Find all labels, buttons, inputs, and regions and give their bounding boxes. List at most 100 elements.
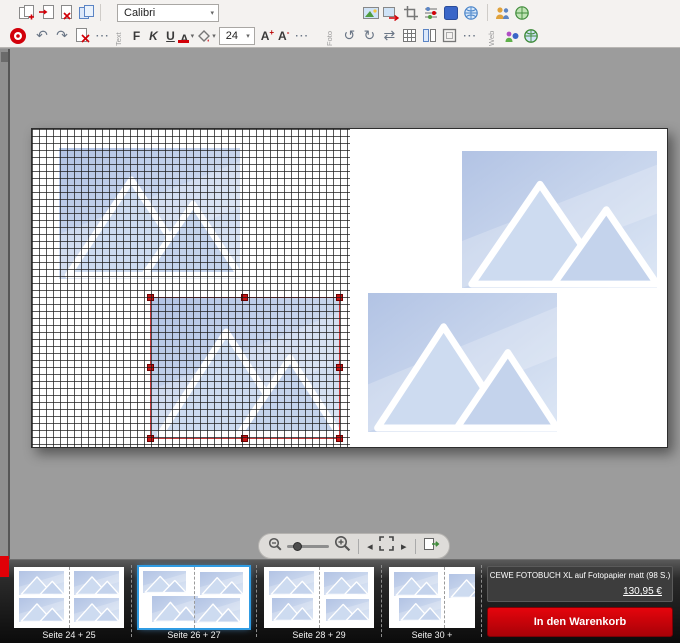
minus-sign: - [287,29,290,37]
mountain-placeholder-image [462,151,657,288]
thumbnail-spread-30[interactable] [389,567,475,628]
resize-handle-bottom-left[interactable] [147,435,154,442]
people-icon[interactable] [492,3,512,23]
resize-handle-bottom-middle[interactable] [241,435,248,442]
layout-icon[interactable] [419,26,439,46]
zoom-out-icon[interactable] [268,537,282,556]
photo-placeholder-4[interactable] [368,293,557,432]
decrease-font-button[interactable]: A- [276,29,291,43]
page-overview-panel: Seite 24 + 25 Seite 26 + 27 Seite 28 + 2… [0,559,680,643]
thumb-gutter-line [444,567,445,628]
thumb-photo [449,574,475,598]
zoom-slider-handle[interactable] [293,542,302,551]
font-color-button[interactable]: A ▾ [179,26,195,45]
underline-button[interactable]: U [162,26,179,45]
photo-effects-icon[interactable] [421,3,441,23]
chevron-down-icon: ▾ [212,32,216,40]
toolbar-separator [487,4,488,21]
fit-page-icon[interactable] [423,536,440,556]
resize-handle-bottom-right[interactable] [336,435,343,442]
thumbnail-spread-26-27-selected[interactable] [139,567,249,628]
text-more-icon[interactable]: ⋯ [291,26,311,46]
foto-more-icon[interactable]: ⋯ [459,26,479,46]
chevron-down-icon: ▾ [191,32,195,40]
thumb-gutter-line [319,567,320,628]
thumb-photo [143,571,186,593]
mountain-placeholder-image [151,298,339,438]
web-upload-icon[interactable] [501,26,521,46]
thumbnail-label: Seite 24 + 25 [14,630,124,642]
photo-panel-icon[interactable] [441,3,461,23]
thumbnail-spread-24-25[interactable] [14,567,124,628]
text-group-label: Text [114,25,123,46]
thumb-photo [19,571,64,595]
panel-splitter-handle[interactable] [1,52,8,62]
bold-button[interactable]: F [128,26,145,45]
resize-handle-middle-left[interactable] [147,364,154,371]
delete-spread-icon[interactable] [56,3,76,23]
page-left[interactable] [32,129,350,447]
thumbnail-label: Seite 30 + [389,630,475,642]
thumb-photo [324,572,368,595]
photo-placeholder-1[interactable] [59,148,240,279]
new-spread-icon[interactable] [16,3,36,23]
zoom-in-icon[interactable] [334,535,351,557]
foto-group-label: Foto [325,25,334,46]
thumb-photo [326,599,369,621]
flip-photo-icon[interactable]: ⇄ [379,26,399,46]
replace-photo-icon[interactable] [381,3,401,23]
chevron-down-icon: ▾ [241,32,250,40]
photo-grid-icon[interactable] [399,26,419,46]
font-family-select[interactable]: Calibri ▾ [117,4,219,22]
cewe-logo-icon[interactable] [8,26,28,46]
thumb-photo [152,596,198,622]
globe-icon[interactable] [461,3,481,23]
font-color-swatch [178,40,189,43]
thumbnail-spread-28-29[interactable] [264,567,374,628]
thumb-photo [269,571,314,595]
thumb-photo [399,598,441,621]
previous-spread-icon[interactable]: ◂ [366,540,375,553]
cewe-fotowelt-window: Calibri ▾ [0,0,680,643]
photo-placeholder-3[interactable] [462,151,657,288]
fill-color-button[interactable]: ▾ [195,26,216,46]
cart-panel-tab[interactable] [0,556,9,577]
zoom-slider[interactable] [287,545,329,548]
page-spread [31,128,668,448]
web-globe-icon[interactable] [521,26,541,46]
thumbnail-separator [131,565,132,637]
next-spread-icon[interactable]: ▸ [399,540,408,553]
undo-icon[interactable]: ↶ [32,26,52,46]
thumbnail-label: Seite 28 + 29 [264,630,374,642]
redo-icon[interactable]: ↷ [52,26,72,46]
page-right[interactable] [350,129,667,447]
add-to-cart-button[interactable]: In den Warenkorb [487,607,673,637]
globe-share-icon[interactable] [512,3,532,23]
left-panel-edge[interactable] [0,49,10,559]
product-price[interactable]: 130,95 € [488,586,672,597]
delete-page-icon[interactable] [72,26,92,46]
insert-spread-icon[interactable] [36,3,56,23]
thumbnail-separator [256,565,257,637]
rotate-right-icon[interactable]: ↻ [359,26,379,46]
fit-to-window-icon[interactable] [379,536,394,556]
insert-photo-icon[interactable] [361,3,381,23]
resize-handle-top-left[interactable] [147,294,154,301]
italic-button[interactable]: K [145,26,162,45]
mountain-placeholder-image [59,148,240,279]
resize-handle-top-right[interactable] [336,294,343,301]
web-group-label: Web [487,25,496,46]
rotate-left-icon[interactable]: ↺ [339,26,359,46]
photo-placeholder-2-selected[interactable] [151,298,339,438]
mountain-placeholder-image [368,293,557,432]
thumbnail-label: Seite 26 + 27 [139,630,249,642]
font-size-select[interactable]: 24 ▾ [219,27,255,45]
resize-handle-middle-right[interactable] [336,364,343,371]
resize-handle-top-middle[interactable] [241,294,248,301]
toolbar: Calibri ▾ [0,0,680,48]
photo-frame-icon[interactable] [439,26,459,46]
more-options-icon[interactable]: ⋯ [92,26,112,46]
increase-font-button[interactable]: A+ [259,29,276,43]
crop-photo-icon[interactable] [401,3,421,23]
duplicate-spread-icon[interactable] [76,3,96,23]
